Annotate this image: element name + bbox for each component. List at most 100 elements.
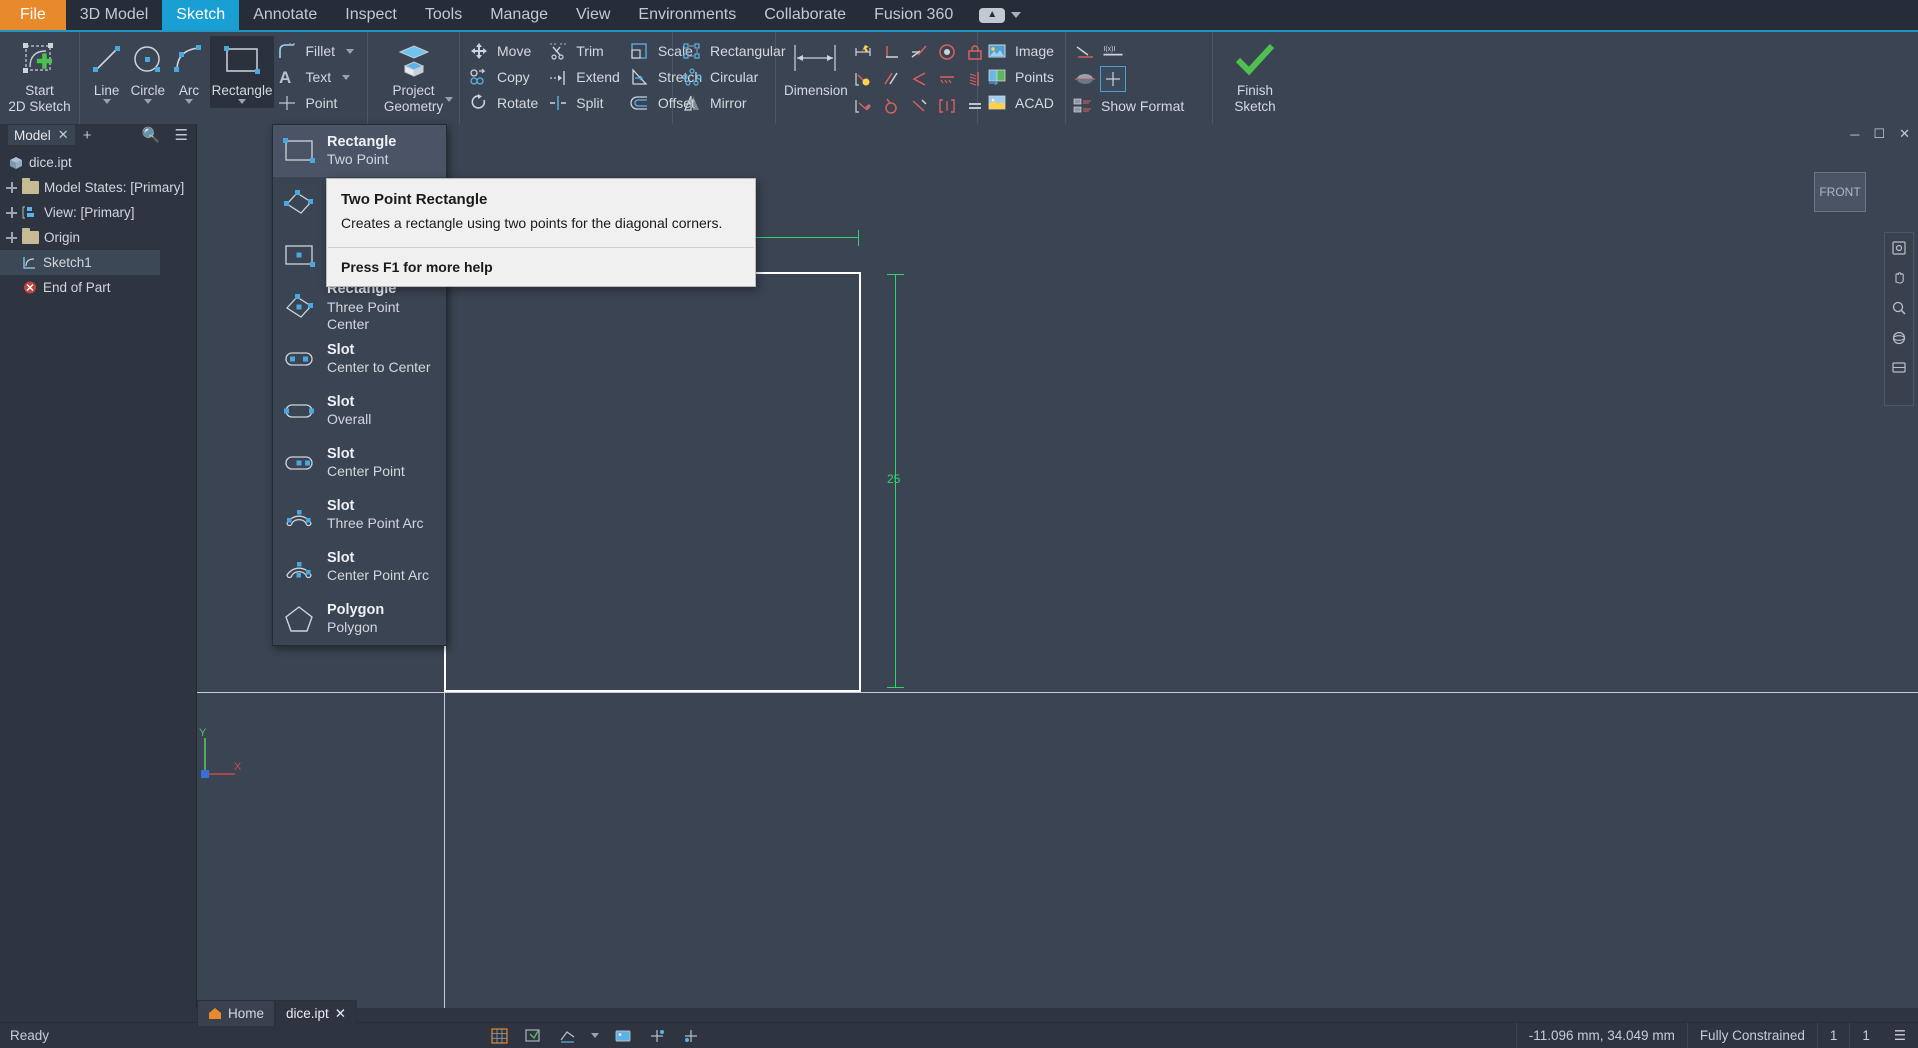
close-icon[interactable]: ✕ (1899, 126, 1910, 142)
start-2d-sketch-button[interactable]: Start 2D Sketch (6, 36, 73, 118)
select-filter-icon[interactable] (523, 1027, 543, 1045)
point-button[interactable]: Point (274, 90, 361, 116)
show-constraints-icon[interactable] (850, 66, 876, 92)
arc-button[interactable]: Arc (168, 36, 209, 108)
parallel-icon[interactable] (878, 66, 904, 92)
tree-item-origin[interactable]: Origin (0, 225, 196, 250)
concentric-icon[interactable] (934, 39, 960, 65)
dropdown-item-polygon[interactable]: Polygon Polygon (273, 593, 446, 645)
look-at-icon[interactable] (1888, 357, 1910, 379)
equal-radius-icon[interactable] (878, 93, 904, 119)
hamburger-icon[interactable]: ☰ (175, 126, 188, 144)
move-button[interactable]: Move (466, 38, 545, 64)
dimension-button[interactable]: Dimension (782, 36, 850, 103)
dropdown-item-slot-center-point-arc[interactable]: Slot Center Point Arc (273, 541, 446, 593)
restore-icon[interactable]: ☐ (1873, 126, 1885, 142)
zoom-icon[interactable] (1888, 297, 1910, 319)
view-cube-nav-icon[interactable] (1888, 237, 1910, 259)
expander-plus-icon[interactable] (6, 232, 17, 243)
minimize-icon[interactable]: ─ (1850, 127, 1859, 142)
expander-plus-icon[interactable] (6, 182, 17, 193)
menu-tab-inspect[interactable]: Inspect (331, 0, 411, 30)
text-button[interactable]: A Text (274, 64, 361, 90)
extend-button[interactable]: Extend (545, 64, 627, 90)
project-geometry-button[interactable]: Project Geometry (374, 36, 453, 118)
collinear-icon[interactable] (934, 66, 960, 92)
dropdown-item-slot-three-point-arc[interactable]: Slot Three Point Arc (273, 489, 446, 541)
centerline-icon[interactable] (1072, 66, 1098, 92)
expander-plus-icon[interactable] (6, 207, 17, 218)
chevron-down-icon[interactable] (185, 98, 194, 104)
center-point-icon[interactable] (1100, 66, 1126, 92)
circle-button[interactable]: Circle (127, 36, 168, 108)
rectangle-button[interactable]: Rectangle (209, 36, 275, 108)
coincident-icon[interactable] (906, 66, 932, 92)
close-icon[interactable]: ✕ (335, 1006, 346, 1022)
menu-tab-manage[interactable]: Manage (476, 0, 562, 30)
menu-tab-sketch[interactable]: Sketch (162, 0, 240, 30)
tree-item-view[interactable]: View: [Primary] (0, 200, 196, 225)
rotate-button[interactable]: Rotate (466, 90, 545, 116)
tree-item-end-of-part[interactable]: End of Part (0, 275, 196, 300)
dropdown-item-rectangle-two-point[interactable]: Rectangle Two Point (273, 125, 446, 177)
search-icon[interactable]: 🔍 (142, 126, 161, 144)
constraint-settings-icon[interactable] (850, 93, 876, 119)
copy-button[interactable]: Copy (466, 64, 545, 90)
tree-item-model-states[interactable]: Model States: [Primary] (0, 175, 196, 200)
symmetric-icon[interactable] (934, 93, 960, 119)
chevron-down-icon[interactable] (143, 98, 152, 104)
cloud-status-dropdown[interactable]: ▲ (967, 0, 1033, 30)
show-format-button[interactable]: Show Format (1072, 93, 1191, 119)
grid-snap-icon[interactable] (489, 1027, 509, 1045)
view-cube[interactable]: FRONT (1814, 172, 1866, 212)
sketch-rectangle[interactable] (444, 272, 861, 692)
menu-tab-annotate[interactable]: Annotate (239, 0, 331, 30)
browser-tab-model[interactable]: Model ✕ (8, 125, 75, 145)
line-button[interactable]: Line (86, 36, 127, 108)
menu-tab-view[interactable]: View (562, 0, 624, 30)
fillet-button[interactable]: Fillet (274, 38, 361, 64)
dropdown-item-slot-center-to-center[interactable]: Slot Center to Center (273, 333, 446, 385)
record-icon[interactable] (681, 1027, 701, 1045)
menu-tab-3d-model[interactable]: 3D Model (66, 0, 162, 30)
tangent-icon[interactable] (906, 39, 932, 65)
tree-item-sketch1[interactable]: Sketch1 (0, 250, 160, 275)
chevron-down-icon[interactable] (238, 98, 247, 104)
chevron-down-icon[interactable] (342, 74, 351, 80)
dropdown-item-rectangle-three-point-center[interactable]: Rectangle Three Point Center (273, 281, 446, 333)
tab-dice-ipt[interactable]: dice.ipt ✕ (275, 1000, 358, 1026)
dropdown-item-slot-overall[interactable]: Slot Overall (273, 385, 446, 437)
tree-item-dice-ipt[interactable]: dice.ipt (0, 150, 196, 175)
menu-tab-collaborate[interactable]: Collaborate (750, 0, 860, 30)
menu-tab-environments[interactable]: Environments (624, 0, 750, 30)
chevron-down-icon[interactable] (591, 1033, 600, 1038)
tab-home[interactable]: Home (197, 1000, 276, 1026)
pan-icon[interactable] (1888, 267, 1910, 289)
appearance-icon[interactable] (613, 1027, 633, 1045)
menu-file[interactable]: File (0, 0, 66, 30)
points-button[interactable]: Points (984, 64, 1061, 90)
plus-icon[interactable]: + (83, 127, 92, 144)
menu-tab-tools[interactable]: Tools (411, 0, 476, 30)
move-snap-icon[interactable] (647, 1027, 667, 1045)
finish-sketch-button[interactable]: Finish Sketch (1219, 36, 1291, 118)
acad-button[interactable]: ACAD (984, 90, 1061, 116)
dimension-value-vertical[interactable]: 25 (887, 472, 900, 486)
menu-tab-fusion-360[interactable]: Fusion 360 (860, 0, 967, 30)
split-button[interactable]: Split (545, 90, 627, 116)
chevron-down-icon[interactable] (102, 98, 111, 104)
perpendicular-icon[interactable] (878, 39, 904, 65)
orbit-icon[interactable] (1888, 327, 1910, 349)
image-button[interactable]: Image (984, 38, 1061, 64)
trim-button[interactable]: Trim (545, 38, 627, 64)
hamburger-icon[interactable]: ☰ (1882, 1023, 1918, 1048)
driven-dimension-icon[interactable]: I(x)I (1100, 39, 1126, 65)
horizontal-icon[interactable] (906, 93, 932, 119)
close-icon[interactable]: ✕ (58, 127, 69, 143)
dropdown-item-slot-center-point[interactable]: Slot Center Point (273, 437, 446, 489)
chevron-down-icon[interactable] (445, 97, 453, 102)
construction-line-icon[interactable] (1072, 39, 1098, 65)
measure-icon[interactable] (557, 1027, 577, 1045)
auto-dimension-icon[interactable] (850, 39, 876, 65)
chevron-down-icon[interactable] (346, 48, 355, 54)
